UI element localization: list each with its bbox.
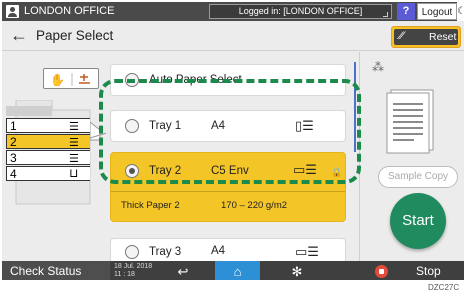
reset-icon: ⁄⁄ [400, 30, 404, 42]
page-title: Paper Select [36, 28, 114, 43]
bypass-icons: ✋ [50, 73, 90, 87]
paper-stack-icon: ☰ [69, 121, 79, 133]
auto-label: Auto Paper Select [149, 74, 242, 86]
office-name: LONDON OFFICE [24, 5, 115, 17]
return-icon[interactable]: ↩ [172, 261, 194, 280]
tray-2-weight: 170 – 220 g/m2 [221, 200, 288, 211]
corner-arrow-icon [383, 12, 388, 17]
login-status: Logged in: [LONDON OFFICE] [209, 4, 392, 19]
power-icon[interactable]: ☾ [457, 2, 464, 21]
main-content: ✋ 1 ☰ 2 ☰ 3 ☰ 4 ⊔ Auto Paper Select Tray… [2, 52, 464, 270]
screen-frame: LONDON OFFICE Logged in: [LONDON OFFICE]… [2, 2, 464, 280]
tray-1-name: Tray 1 [149, 120, 182, 132]
copy-preview-icon [386, 89, 434, 154]
envelope-paper-icon: ▭☰ [293, 162, 317, 177]
title-row: ← Paper Select ⁄⁄ Reset [2, 21, 464, 51]
tray-2-paper-type: Thick Paper 2 [121, 200, 180, 211]
bottom-bar: Check Status 18 Jul. 2018 11 : 18 ↩ ⌂ ✻ … [2, 261, 464, 280]
paper-stack-icon: ☰ [69, 153, 79, 165]
tray-3-slot[interactable]: 3 ☰ [6, 150, 90, 165]
stop-icon[interactable] [375, 265, 388, 278]
auto-paper-select-option[interactable]: Auto Paper Select [110, 64, 346, 96]
landscape-paper-icon: ▭☰ [295, 244, 319, 259]
tray-1-slot[interactable]: 1 ☰ [6, 118, 90, 133]
tray-1-number: 1 [10, 119, 17, 133]
home-icon[interactable]: ⌂ [215, 261, 260, 280]
scrollbar[interactable] [354, 62, 356, 152]
tray-1-radio[interactable] [125, 119, 139, 133]
reset-button[interactable]: ⁄⁄ Reset [391, 26, 461, 48]
portrait-paper-icon: ▯☰ [295, 118, 314, 133]
tray-3-size: A4 [211, 245, 226, 257]
back-arrow-button[interactable]: ← [10, 26, 28, 44]
panel-divider [359, 52, 360, 262]
row-divider [111, 191, 345, 192]
check-status-button[interactable]: Check Status [2, 261, 110, 280]
tray-stack: 1 ☰ 2 ☰ 3 ☰ 4 ⊔ [6, 118, 92, 200]
svg-text:✋: ✋ [50, 73, 65, 87]
help-button[interactable]: ? [397, 3, 415, 20]
tray-4-number: 4 [10, 167, 17, 181]
tray-3-number: 3 [10, 151, 17, 165]
paper-stack-icon: ☰ [69, 137, 79, 149]
tray-list: Auto Paper Select Tray 1 A4 ▯☰ Tray 2 C5… [110, 52, 346, 270]
preview-options-icon[interactable]: ⁂ [372, 60, 384, 74]
auto-radio[interactable] [125, 73, 139, 87]
tray-2-slot[interactable]: 2 ☰ [6, 134, 90, 149]
tray-2-number: 2 [10, 135, 17, 149]
tray-2-size: C5 Env [211, 165, 249, 177]
reset-button-inner: ⁄⁄ Reset [394, 29, 458, 45]
top-status-bar: LONDON OFFICE Logged in: [LONDON OFFICE]… [2, 2, 464, 21]
lock-icon: 🔒 [331, 167, 343, 177]
tray-2-option[interactable]: Tray 2 C5 Env ▭☰ 🔒 Thick Paper 2 170 – 2… [110, 152, 346, 222]
start-button[interactable]: Start [390, 193, 446, 249]
tray-2-name: Tray 2 [149, 165, 182, 177]
login-status-text: Logged in: [LONDON OFFICE] [238, 6, 363, 16]
empty-tray-icon: ⊔ [69, 166, 79, 180]
tray-3-radio[interactable] [125, 245, 139, 259]
time-text: 11 : 18 [114, 271, 135, 278]
logout-button[interactable]: Logout [417, 3, 457, 20]
tray-4-slot[interactable]: 4 ⊔ [6, 166, 90, 181]
stop-button[interactable]: Stop [416, 261, 441, 280]
sample-copy-button[interactable]: Sample Copy [378, 166, 458, 188]
tray-3-name: Tray 3 [149, 246, 182, 258]
bypass-tray-button[interactable]: ✋ [43, 68, 99, 89]
tray-2-radio[interactable] [125, 164, 139, 178]
gear-icon[interactable]: ✻ [286, 261, 308, 280]
reset-label: Reset [429, 31, 457, 43]
tray-1-option[interactable]: Tray 1 A4 ▯☰ [110, 110, 346, 142]
user-icon [6, 5, 19, 18]
tray-1-size: A4 [211, 120, 226, 132]
date-time: 18 Jul. 2018 11 : 18 [114, 263, 152, 279]
figure-caption: DZC27C [428, 283, 460, 292]
date-text: 18 Jul. 2018 [114, 263, 153, 270]
